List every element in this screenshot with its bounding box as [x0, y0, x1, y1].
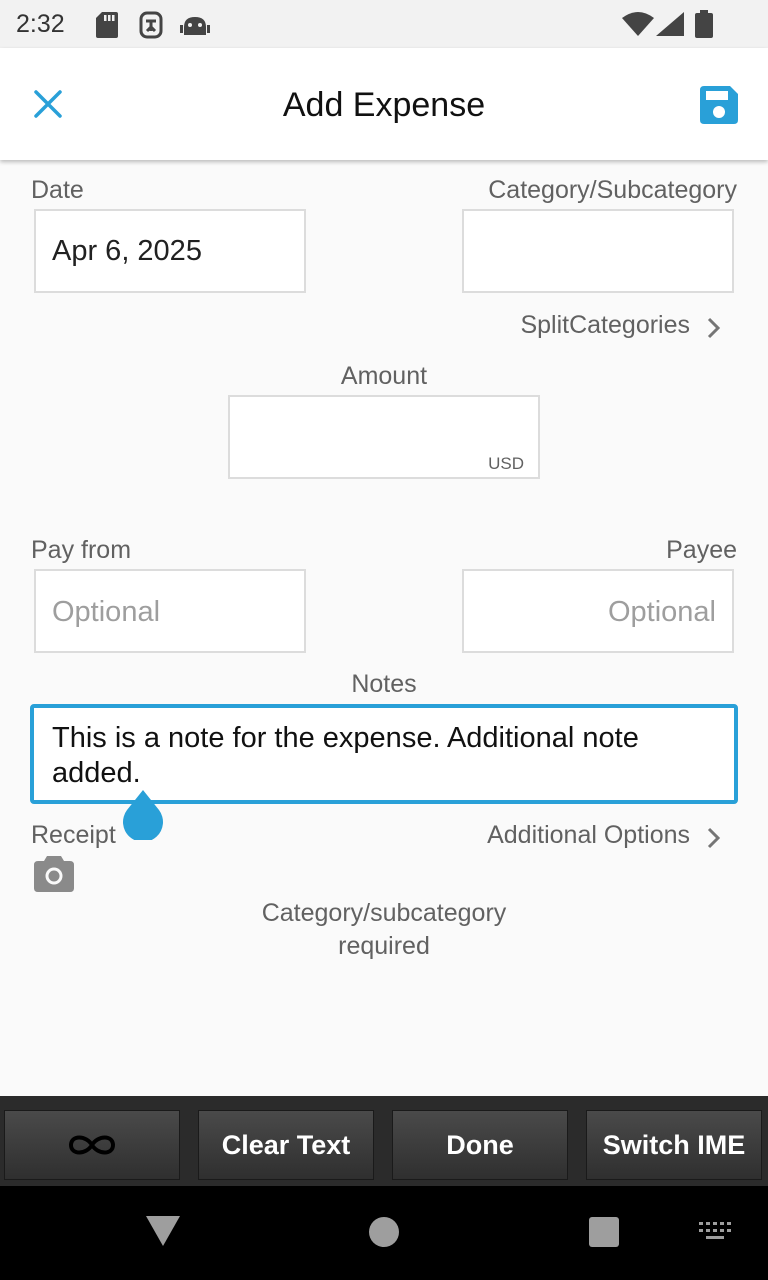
keyboard-icon[interactable]	[699, 1222, 731, 1242]
switch-ime-button[interactable]: Switch IME	[586, 1110, 762, 1180]
camera-icon[interactable]	[34, 856, 74, 892]
infinity-icon	[68, 1135, 116, 1155]
validation-message: Category/subcategory required	[261, 899, 507, 960]
save-icon[interactable]	[700, 86, 738, 124]
payee-label: Payee	[666, 536, 737, 564]
notes-text: This is a note for the expense. Addition…	[52, 722, 639, 789]
date-value: Apr 6, 2025	[52, 235, 202, 267]
chevron-right-icon[interactable]	[702, 826, 726, 850]
notes-label: Notes	[351, 670, 417, 698]
notes-input[interactable]: This is a note for the expense. Addition…	[30, 704, 738, 804]
category-field[interactable]	[462, 209, 734, 293]
additional-options-link[interactable]: Additional Options	[487, 821, 690, 850]
battery-icon	[695, 10, 713, 38]
signal-icon	[656, 12, 684, 36]
chevron-right-icon[interactable]	[702, 316, 726, 340]
amount-label: Amount	[340, 362, 428, 390]
done-button[interactable]: Done	[392, 1110, 568, 1180]
android-icon	[180, 17, 210, 35]
clear-text-button[interactable]: Clear Text	[198, 1110, 374, 1180]
wifi-icon	[622, 12, 654, 36]
split-categories-link[interactable]: SplitCategories	[520, 311, 690, 340]
date-field[interactable]: Apr 6, 2025	[34, 209, 306, 293]
back-icon[interactable]	[146, 1216, 180, 1246]
text-cursor-handle[interactable]	[122, 790, 164, 840]
sd-card-icon	[96, 12, 118, 38]
pay-from-placeholder: Optional	[52, 596, 161, 628]
receipt-label: Receipt	[31, 821, 116, 849]
infinity-key-button[interactable]: ∞	[4, 1110, 180, 1180]
currency-label: USD	[488, 454, 524, 473]
recents-icon[interactable]	[588, 1216, 620, 1248]
category-label: Category/Subcategory	[488, 176, 737, 204]
accessibility-icon	[139, 11, 163, 39]
status-time: 2:32	[16, 10, 65, 38]
payee-placeholder: Optional	[607, 596, 716, 628]
pay-from-field[interactable]: Optional	[34, 569, 306, 653]
page-title: Add Expense	[282, 86, 486, 124]
home-icon[interactable]	[368, 1216, 400, 1248]
pay-from-label: Pay from	[31, 536, 132, 564]
amount-field[interactable]: USD	[228, 395, 540, 479]
date-label: Date	[31, 176, 84, 204]
payee-field[interactable]: Optional	[462, 569, 734, 653]
